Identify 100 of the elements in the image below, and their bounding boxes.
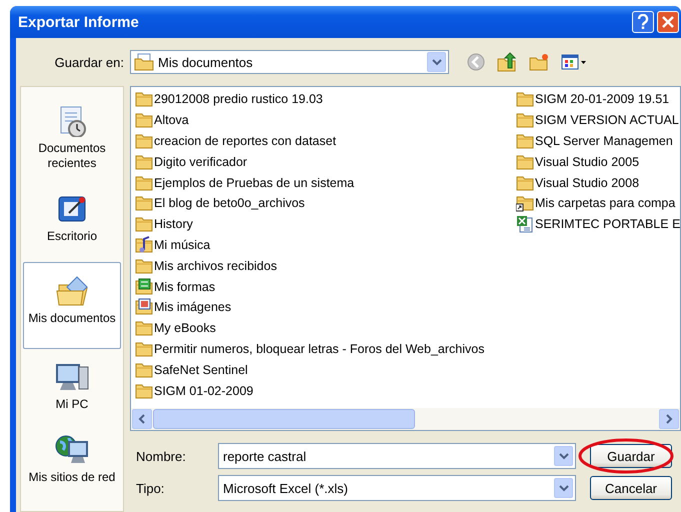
file-name: SERIMTEC PORTABLE E	[535, 217, 680, 232]
place-item[interactable]: Mis sitios de red	[23, 430, 121, 495]
place-item[interactable]: Mis documentos	[23, 262, 121, 349]
folder-icon	[135, 174, 153, 192]
forms-folder-icon	[135, 278, 153, 296]
file-name: History	[154, 217, 193, 232]
folder-icon	[135, 152, 153, 171]
file-name: Ejemplos de Pruebas de un sistema	[154, 176, 354, 190]
file-item[interactable]: Ejemplos de Pruebas de un sistema	[135, 172, 516, 193]
folder-icon	[135, 340, 153, 358]
close-icon	[661, 15, 675, 29]
horizontal-scrollbar[interactable]	[131, 408, 680, 430]
file-item[interactable]: SQL Server Managemen	[516, 130, 676, 152]
file-name: Mis imágenes	[154, 300, 232, 314]
folder-icon	[516, 152, 534, 171]
file-name-field[interactable]: reporte castral	[218, 443, 576, 469]
music-folder-icon	[135, 236, 153, 254]
scroll-left-icon[interactable]	[132, 409, 152, 429]
file-name: creacion de reportes con dataset	[154, 134, 336, 148]
location-dropdown[interactable]: Mis documentos	[130, 50, 449, 74]
up-folder-icon[interactable]	[497, 52, 517, 72]
file-name: Visual Studio 2005	[535, 154, 640, 169]
place-label: Escritorio	[46, 229, 97, 244]
file-item[interactable]: Mi música	[135, 234, 516, 256]
folder-icon	[135, 194, 153, 212]
file-name: Mis archivos recibidos	[154, 258, 277, 273]
shared-folder-icon	[516, 194, 534, 212]
place-item[interactable]: Documentos recientes	[23, 101, 121, 181]
place-label: Mi PC	[56, 397, 88, 412]
folder-icon	[516, 132, 534, 150]
file-item[interactable]: Mis archivos recibidos	[135, 255, 516, 276]
folder-icon	[135, 382, 153, 400]
pictures-folder-icon	[135, 298, 153, 316]
file-item[interactable]: SIGM VERSION ACTUAL	[516, 110, 676, 131]
file-item[interactable]: 29012008 predio rustico 19.03	[135, 89, 516, 110]
file-name: El blog de beto0o_archivos	[154, 196, 305, 210]
file-name: Visual Studio 2008	[535, 176, 640, 190]
file-name: Digito verificador	[154, 154, 248, 169]
file-item[interactable]: Visual Studio 2008	[516, 172, 676, 193]
cancel-button[interactable]: Cancelar	[590, 476, 672, 500]
folder-icon	[135, 215, 153, 234]
file-name-label: Nombre:	[135, 448, 187, 464]
computer-icon	[55, 361, 89, 393]
folder-icon	[516, 174, 534, 192]
folder-icon	[516, 90, 534, 108]
close-button[interactable]	[657, 11, 679, 33]
documents-folder-icon	[55, 275, 89, 307]
file-name: Mis carpetas para compa	[535, 196, 676, 210]
question-mark-icon	[636, 14, 650, 30]
file-name: My eBooks	[154, 321, 216, 336]
file-name: Mis formas	[154, 280, 216, 294]
network-computer-icon	[55, 434, 89, 466]
file-item[interactable]: SIGM 01-02-2009	[135, 380, 516, 401]
help-button[interactable]	[632, 11, 654, 33]
file-item[interactable]: My eBooks	[135, 318, 516, 339]
file-item[interactable]: SIGM 20-01-2009 19.51	[516, 89, 676, 110]
file-name: SQL Server Managemen	[535, 134, 673, 148]
new-folder-icon[interactable]	[529, 53, 549, 71]
file-name: Mi música	[154, 238, 210, 252]
file-name: SIGM 01-02-2009	[154, 384, 254, 398]
file-item[interactable]: Mis formas	[135, 276, 516, 297]
file-item[interactable]: Mis carpetas para compa	[516, 192, 676, 214]
file-item[interactable]: El blog de beto0o_archivos	[135, 192, 516, 214]
file-item[interactable]: Permitir numeros, bloquear letras - Foros del Web_archivos	[135, 338, 516, 360]
file-type-label: Tipo:	[135, 480, 166, 496]
folder-icon	[516, 111, 534, 130]
file-item[interactable]: SafeNet Sentinel	[135, 359, 516, 380]
back-icon[interactable]	[467, 53, 485, 71]
file-name: SIGM VERSION ACTUAL	[535, 113, 679, 128]
documents-folder-icon	[134, 53, 154, 71]
place-item[interactable]: Mi PC	[23, 357, 121, 422]
file-item[interactable]: creacion de reportes con dataset	[135, 130, 516, 152]
scroll-right-icon[interactable]	[659, 409, 679, 429]
file-item[interactable]: Visual Studio 2005	[516, 151, 676, 172]
file-item[interactable]: History	[135, 214, 516, 235]
window-title: Exportar Informe	[18, 14, 139, 30]
file-name: Altova	[154, 113, 189, 128]
file-item[interactable]: Altova	[135, 110, 516, 131]
scrollbar-thumb[interactable]	[153, 409, 415, 429]
place-label: Mis sitios de red	[28, 470, 116, 485]
view-menu-icon[interactable]	[561, 54, 587, 70]
place-label: Mis documentos	[28, 311, 116, 326]
file-item[interactable]: Mis imágenes	[135, 296, 516, 318]
folder-icon	[135, 256, 153, 275]
folder-icon	[135, 90, 153, 108]
folder-icon	[135, 319, 153, 338]
folder-icon	[135, 360, 153, 379]
file-type-dropdown[interactable]: Microsoft Excel (*.xls)	[218, 475, 576, 501]
file-name: SafeNet Sentinel	[154, 362, 248, 377]
folder-icon	[135, 132, 153, 150]
file-name: 29012008 predio rustico 19.03	[154, 92, 323, 106]
place-label: Documentos recientes	[37, 141, 107, 171]
save-button[interactable]: Guardar	[590, 444, 672, 468]
file-name: Permitir numeros, bloquear letras - Foros del Web_archivos	[154, 342, 484, 356]
file-name: SIGM 20-01-2009 19.51	[535, 92, 670, 106]
folder-icon	[135, 111, 153, 130]
place-item[interactable]: Escritorio	[23, 189, 121, 254]
spreadsheet-file-icon	[516, 215, 534, 234]
file-item[interactable]: Digito verificador	[135, 151, 516, 172]
save-in-label: Guardar en:	[54, 54, 124, 70]
